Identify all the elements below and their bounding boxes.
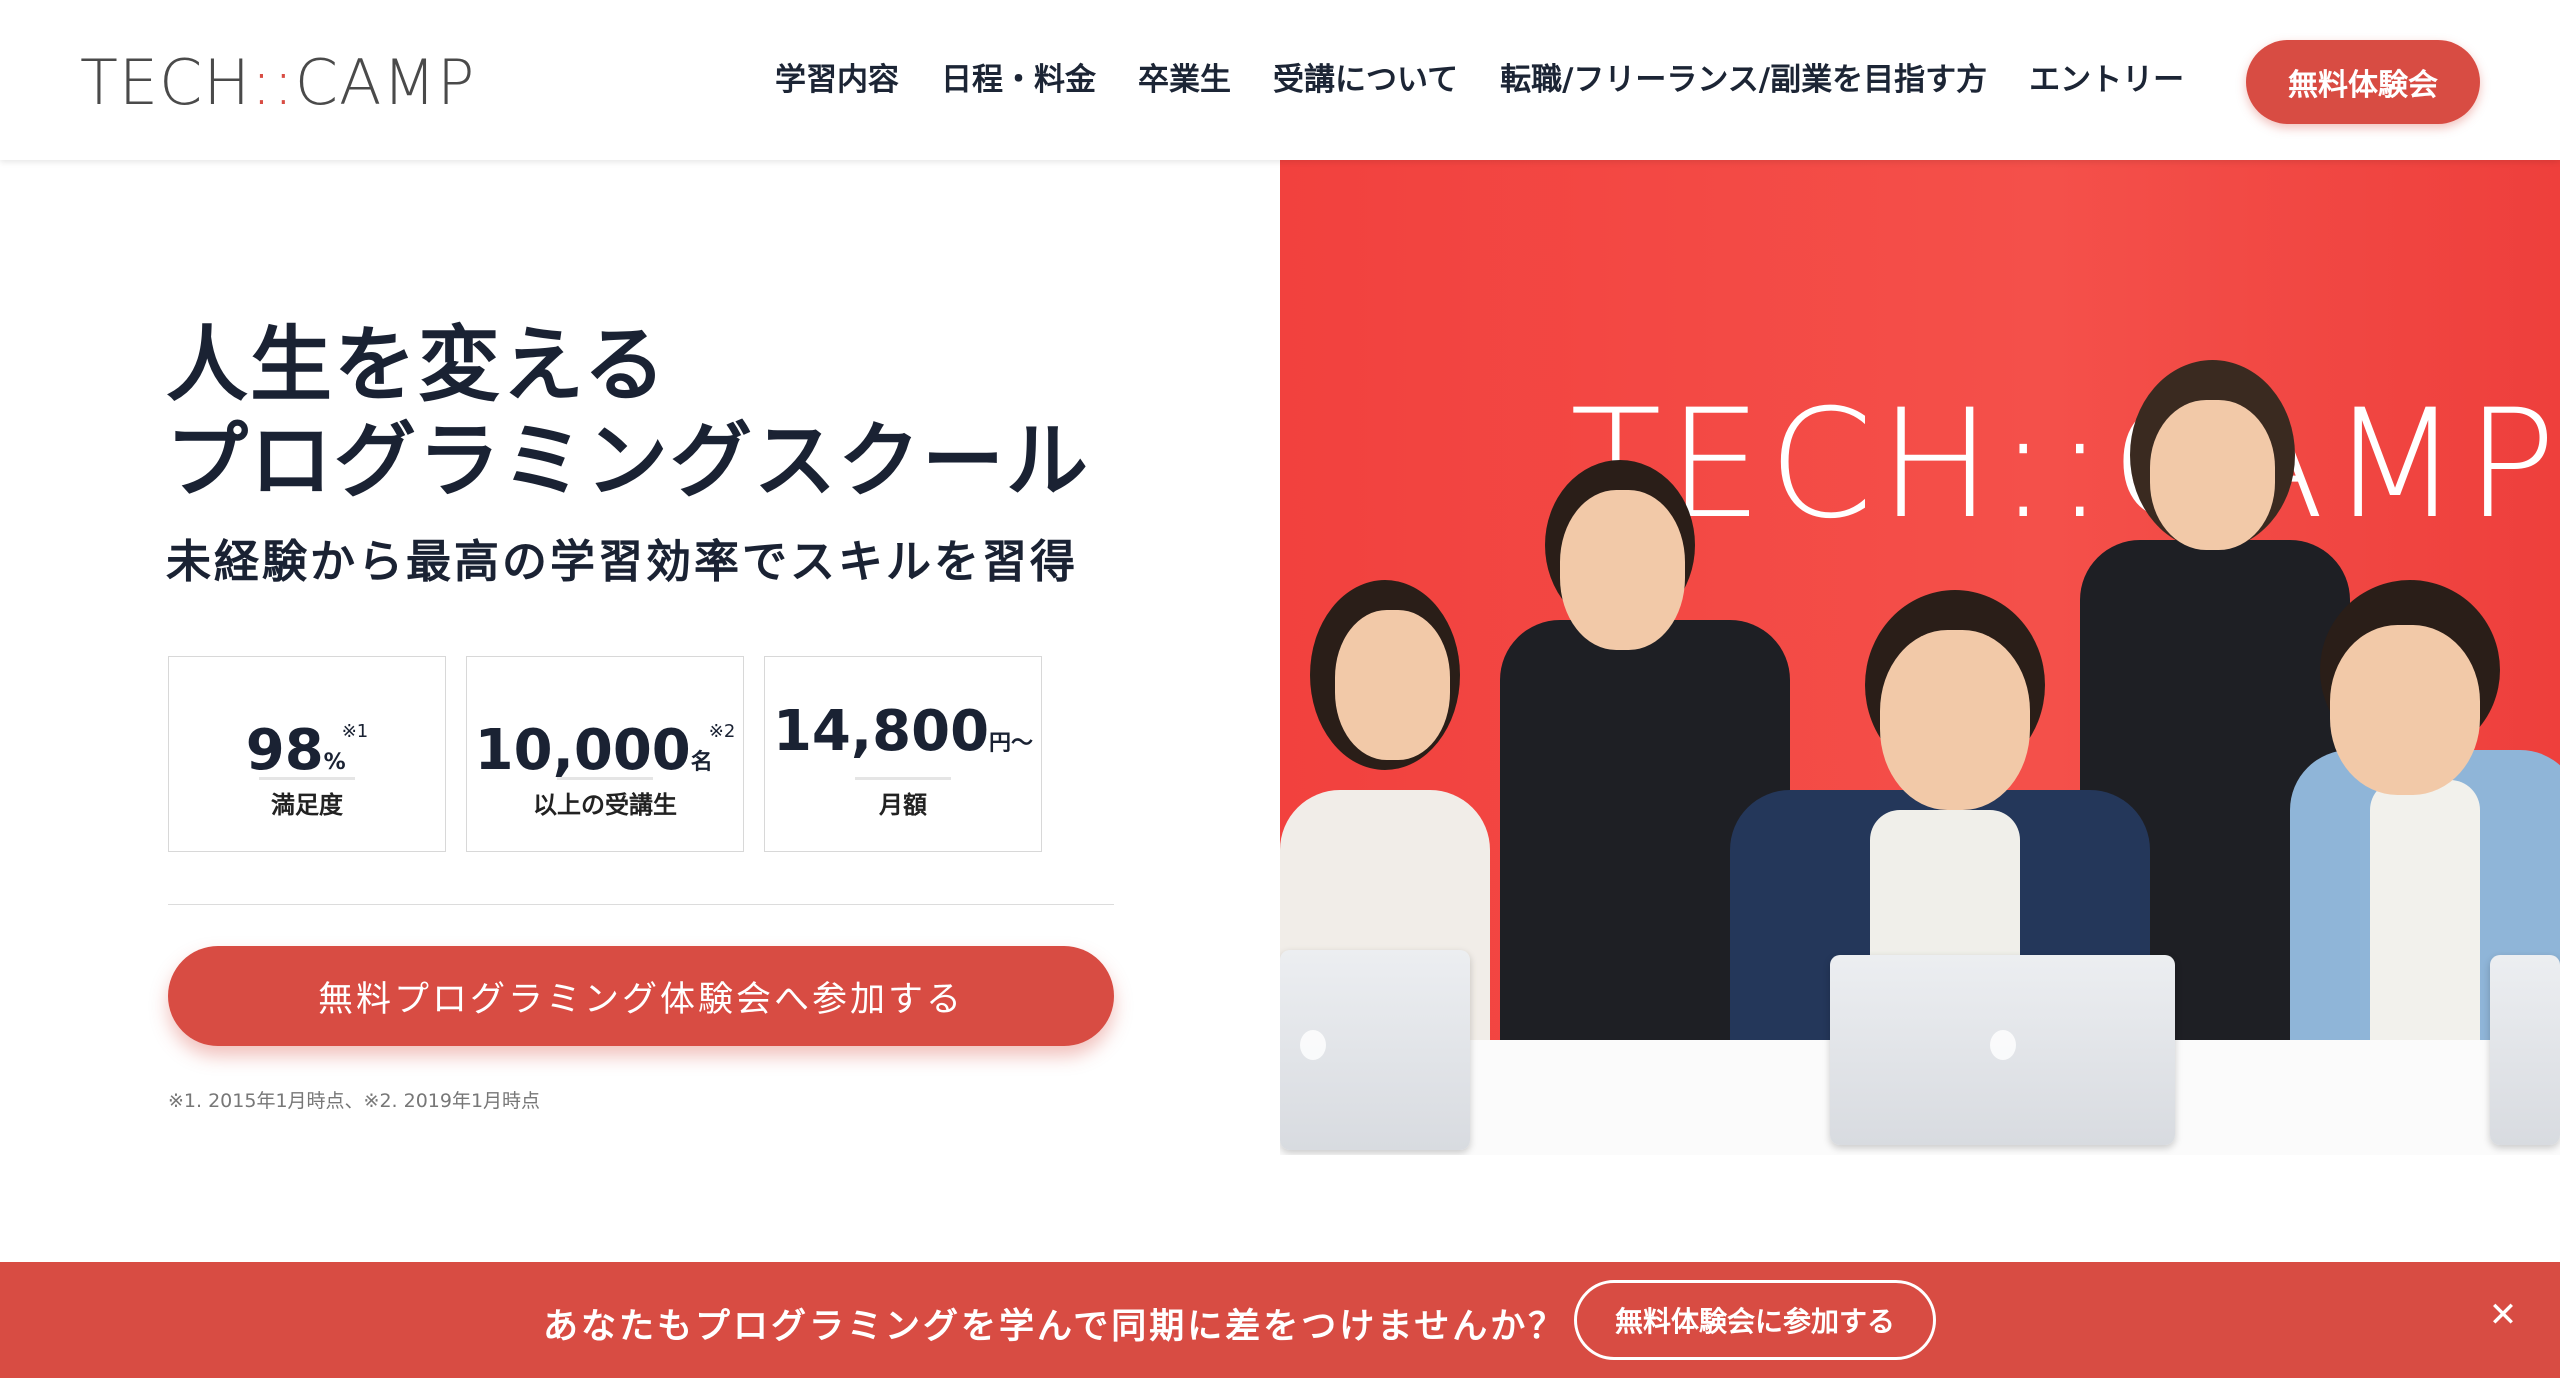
- stat-number: 14,800: [772, 699, 990, 764]
- stat-satisfaction: 98% ※1 満足度: [168, 656, 446, 852]
- hero-title: 人生を変える プログラミングスクール: [166, 318, 1090, 510]
- hero-subtitle: 未経験から最高の学習効率でスキルを習得: [166, 535, 1079, 588]
- nav-item-entry[interactable]: エントリー: [2029, 58, 2184, 102]
- close-icon[interactable]: ✕: [2488, 1298, 2518, 1332]
- bottom-banner: あなたもプログラミングを学んで同期に差をつけませんか？ 無料体験会に参加する ✕: [0, 1262, 2560, 1378]
- stat-value: 14,800円〜: [765, 697, 1041, 779]
- nav-item-graduates[interactable]: 卒業生: [1138, 58, 1231, 102]
- stat-number: 10,000: [474, 718, 691, 783]
- logo-text-left: TECH: [80, 46, 251, 119]
- banner-free-trial-button[interactable]: 無料体験会に参加する: [1574, 1280, 1936, 1360]
- stat-students: 10,000名 ※2 以上の受講生: [466, 656, 744, 852]
- hero-divider: [168, 904, 1114, 905]
- stat-note: ※2: [708, 721, 736, 742]
- stat-unit: %: [323, 750, 346, 775]
- nav-item-career[interactable]: 転職/フリーランス/副業を目指す方: [1500, 58, 1987, 102]
- nav-item-about-course[interactable]: 受講について: [1273, 58, 1458, 102]
- hero-title-line2: プログラミングスクール: [166, 414, 1091, 509]
- stat-label: 月額: [879, 791, 927, 819]
- banner-text: あなたもプログラミングを学んで同期に差をつけませんか？: [543, 1307, 1567, 1347]
- hero-photo: TECH::CAMP: [1280, 160, 2560, 1155]
- hero-title-line1: 人生を変える: [166, 318, 668, 413]
- stat-label: 以上の受講生: [533, 791, 677, 819]
- photo-wall-logo: TECH::CAMP: [1570, 378, 2560, 552]
- photo-laptop-left: [1280, 950, 1470, 1150]
- stat-divider: [557, 777, 653, 780]
- photo-laptop-center: [1830, 955, 2175, 1145]
- stat-value: 10,000名 ※2: [467, 697, 743, 798]
- stats-row: 98% ※1 満足度 10,000名 ※2 以上の受講生 14,800円〜 月額: [168, 656, 1042, 852]
- stat-value: 98% ※1: [169, 697, 445, 798]
- stat-note: ※1: [341, 721, 369, 742]
- hero-footnote: ※1. 2015年1月時点、※2. 2019年1月時点: [168, 1090, 541, 1112]
- nav-item-schedule-price[interactable]: 日程・料金: [941, 58, 1096, 102]
- stat-divider: [259, 777, 355, 780]
- stat-label: 満足度: [271, 791, 343, 819]
- main-nav: 学習内容 日程・料金 卒業生 受講について 転職/フリーランス/副業を目指す方 …: [775, 58, 2226, 102]
- stat-monthly-fee: 14,800円〜 月額: [764, 656, 1042, 852]
- photo-laptop-right: [2490, 955, 2560, 1145]
- site-header: TECH::CAMP 学習内容 日程・料金 卒業生 受講について 転職/フリーラ…: [0, 0, 2560, 160]
- stat-number: 98: [245, 718, 324, 783]
- nav-item-curriculum[interactable]: 学習内容: [775, 58, 899, 102]
- logo-text-right: CAMP: [294, 46, 476, 119]
- logo-separator: ::: [250, 46, 295, 119]
- header-free-trial-button[interactable]: 無料体験会: [2246, 40, 2480, 124]
- stat-unit: 円〜: [989, 731, 1034, 756]
- stat-unit: 名: [690, 750, 713, 775]
- stat-divider: [855, 777, 951, 780]
- site-logo[interactable]: TECH::CAMP: [80, 48, 475, 118]
- hero-free-trial-button[interactable]: 無料プログラミング体験会へ参加する: [168, 946, 1114, 1046]
